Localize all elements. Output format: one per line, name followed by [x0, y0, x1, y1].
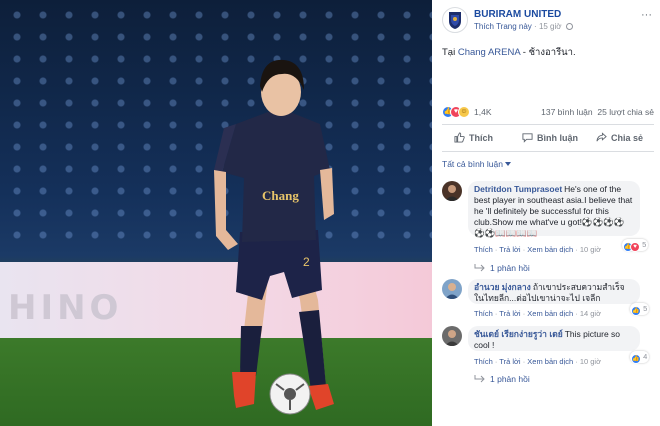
avatar[interactable] — [442, 279, 462, 299]
comment-bubble: อำนวย มุ่งกลาง ถ้าเขาประสบความสำเร็จในไทย… — [468, 279, 640, 304]
post-meta: Thích Trang này · 15 giờ — [474, 22, 573, 31]
love-reaction-icon: ♥ — [630, 242, 640, 252]
globe-icon — [565, 23, 573, 30]
comment-translate-link[interactable]: Xem bản dịch — [527, 245, 573, 254]
caption-prefix: Tại — [442, 47, 458, 58]
like-reaction-icon: 👍 — [631, 354, 641, 364]
replies-count: 1 phản hồi — [490, 374, 530, 384]
caption-suffix: - ช้างอารีนา. — [520, 47, 576, 58]
reaction-summary: 👍 ♥ ☺ 1,4K 137 bình luận 25 lượt chia sẻ — [442, 106, 654, 120]
share-button[interactable]: Chia sẻ — [596, 132, 643, 143]
comment-reply-link[interactable]: Trả lời — [499, 357, 520, 366]
reaction-count[interactable]: 1,4K — [474, 107, 492, 117]
reply-arrow-icon — [474, 375, 485, 383]
user-avatar-icon — [442, 181, 462, 201]
comment-meta: Thích · Trả lời · Xem bản dịch · 10 giờ — [474, 245, 602, 254]
user-avatar-icon — [442, 326, 462, 346]
comment-meta: Thích · Trả lời · Xem bản dịch · 14 giờ — [474, 309, 602, 318]
post-action-bar: Thích Bình luận Chia sẻ — [442, 124, 654, 152]
comment-reply-link[interactable]: Trả lời — [499, 309, 520, 318]
comment-reaction-count: 4 — [643, 352, 648, 361]
share-count[interactable]: 25 lượt chia sẻ — [597, 107, 654, 117]
share-button-label: Chia sẻ — [611, 133, 644, 143]
comment-time[interactable]: 10 giờ — [580, 357, 601, 366]
shirt-number: 2 — [303, 255, 310, 269]
like-page-link[interactable]: Thích Trang này — [474, 22, 532, 31]
comment-author[interactable]: Detritdon Tumprasoet — [474, 184, 562, 194]
comment-author[interactable]: ชันเดย์ เรียกง่ายรูว่า เดย์ — [474, 329, 563, 339]
comment-icon — [522, 133, 533, 143]
comment-filter-label: Tất cả bình luận — [442, 159, 503, 169]
comment-bubble: Detritdon Tumprasoet He's one of the best… — [468, 181, 640, 238]
page-name[interactable]: BURIRAM UNITED — [474, 9, 561, 20]
comment-like-link[interactable]: Thích — [474, 357, 493, 366]
view-replies-link[interactable]: 1 phản hồi — [474, 263, 530, 273]
share-icon — [596, 132, 607, 142]
club-crest-icon — [449, 12, 461, 29]
view-replies-link[interactable]: 1 phản hồi — [474, 374, 530, 384]
comment-reaction-count: 5 — [643, 304, 648, 313]
comment-reaction-count: 5 — [642, 240, 647, 249]
comment-meta: Thích · Trả lời · Xem bản dịch · 10 giờ — [474, 357, 602, 366]
comment-share-counts: 137 bình luận 25 lượt chia sẻ — [541, 107, 654, 117]
comment-like-link[interactable]: Thích — [474, 245, 493, 254]
shirt-sponsor: Chang — [262, 188, 299, 203]
post-caption: Tại Chang ARENA - ช้างอารีนา. — [442, 45, 576, 60]
caret-down-icon — [504, 162, 511, 166]
haha-reaction-icon: ☺ — [458, 106, 470, 118]
thumbs-up-icon — [454, 132, 465, 143]
user-avatar-icon — [442, 279, 462, 299]
comment-reactions[interactable]: 👍♥ 5 — [622, 239, 649, 252]
comment-time[interactable]: 14 giờ — [580, 309, 601, 318]
comment-translate-link[interactable]: Xem bản dịch — [527, 357, 573, 366]
post-side-panel: BURIRAM UNITED Thích Trang này · 15 giờ … — [432, 0, 660, 426]
comment-count[interactable]: 137 bình luận — [541, 107, 593, 117]
post-time[interactable]: 15 giờ — [539, 22, 562, 31]
like-button-label: Thích — [469, 133, 493, 143]
avatar[interactable] — [442, 326, 462, 346]
avatar[interactable] — [442, 181, 462, 201]
reply-arrow-icon — [474, 264, 485, 272]
comment-reactions[interactable]: 👍 4 — [630, 351, 650, 364]
post-header: BURIRAM UNITED Thích Trang này · 15 giờ … — [442, 7, 652, 35]
comment-bubble: ชันเดย์ เรียกง่ายรูว่า เดย์ This picture … — [468, 326, 640, 351]
comment-translate-link[interactable]: Xem bản dịch — [527, 309, 573, 318]
post-photo[interactable]: HINO Chang 2 — [0, 0, 432, 426]
comment-reply-link[interactable]: Trả lời — [499, 245, 520, 254]
football-player-illustration: Chang 2 — [214, 59, 334, 415]
like-reaction-icon: 👍 — [631, 306, 641, 316]
caption-place-link[interactable]: Chang ARENA — [458, 47, 520, 58]
like-button[interactable]: Thích — [454, 132, 493, 143]
comment-author[interactable]: อำนวย มุ่งกลาง — [474, 282, 531, 292]
page-logo[interactable] — [442, 7, 468, 33]
comment-button-label: Bình luận — [537, 133, 578, 143]
comment-filter-dropdown[interactable]: Tất cả bình luận — [442, 159, 511, 169]
comment-time[interactable]: 10 giờ — [580, 245, 601, 254]
more-options-icon[interactable]: ··· — [641, 9, 652, 21]
comment-reactions[interactable]: 👍 5 — [630, 303, 650, 316]
comment-like-link[interactable]: Thích — [474, 309, 493, 318]
replies-count: 1 phản hồi — [490, 263, 530, 273]
